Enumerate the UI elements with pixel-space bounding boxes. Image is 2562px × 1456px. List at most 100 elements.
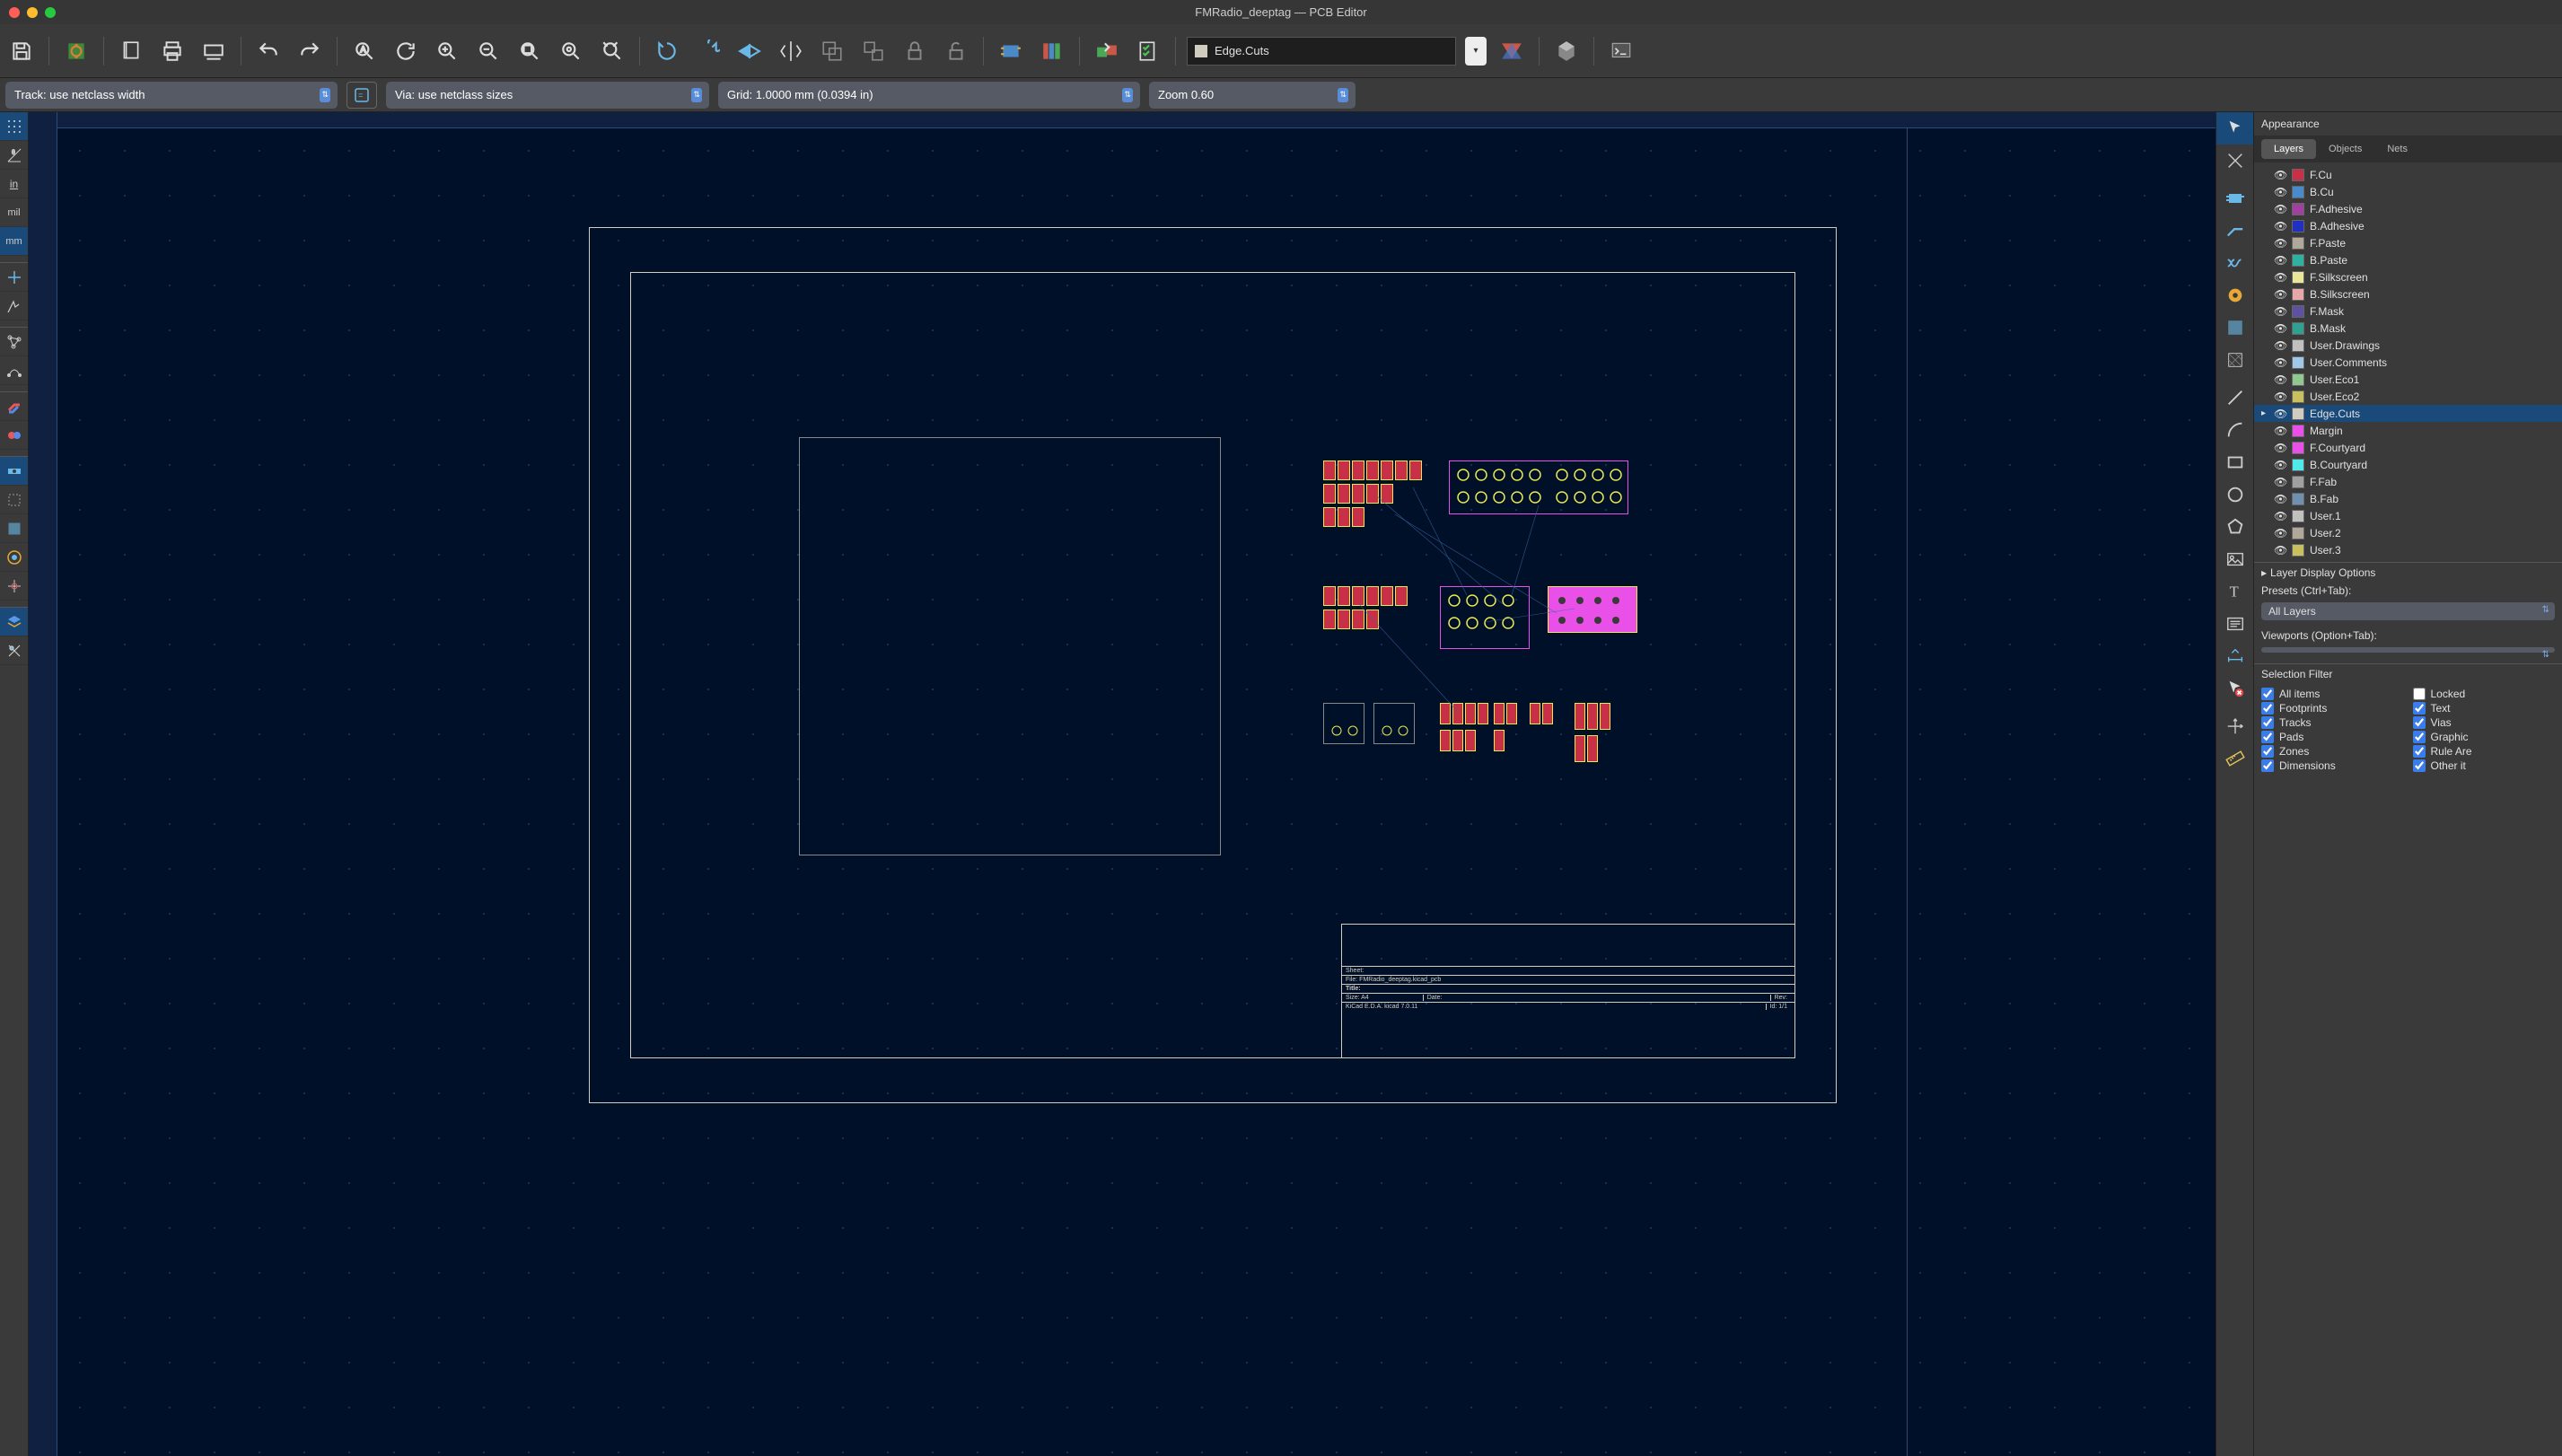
place-image-tool[interactable] xyxy=(2216,543,2253,575)
layer-row-b-adhesive[interactable]: 👁B.Adhesive xyxy=(2254,217,2562,234)
draw-arc-tool[interactable] xyxy=(2216,414,2253,446)
pad-clearance-toggle[interactable] xyxy=(0,543,28,572)
visibility-toggle-icon[interactable]: 👁 xyxy=(2274,459,2286,471)
rotate-ccw-button[interactable] xyxy=(651,35,683,67)
board-setup-button[interactable] xyxy=(60,35,92,67)
filter-graphic[interactable]: Graphic xyxy=(2413,731,2556,743)
zoom-in-button[interactable] xyxy=(431,35,463,67)
visibility-toggle-icon[interactable]: 👁 xyxy=(2274,322,2286,335)
render-mode-button[interactable] xyxy=(1496,35,1528,67)
visibility-toggle-icon[interactable]: 👁 xyxy=(2274,476,2286,488)
zoom-fit-button[interactable] xyxy=(513,35,546,67)
visibility-toggle-icon[interactable]: 👁 xyxy=(2274,305,2286,318)
track-auto-toggle[interactable]: = xyxy=(347,82,377,109)
cursor-shape-toggle[interactable] xyxy=(0,263,28,292)
set-origin-tool[interactable] xyxy=(2216,710,2253,742)
layer-color-swatch[interactable] xyxy=(2292,442,2304,454)
visibility-toggle-icon[interactable]: 👁 xyxy=(2274,527,2286,539)
layer-row-edge-cuts[interactable]: ▸👁Edge.Cuts xyxy=(2254,405,2562,422)
ratsnest-toggle[interactable] xyxy=(0,328,28,356)
layer-row-user-drawings[interactable]: 👁User.Drawings xyxy=(2254,337,2562,354)
filter-rule-are[interactable]: Rule Are xyxy=(2413,745,2556,758)
place-dimension-tool[interactable] xyxy=(2216,640,2253,672)
highlight-net-tool[interactable] xyxy=(2216,145,2253,177)
layer-color-swatch[interactable] xyxy=(2292,220,2304,232)
layers-manager-toggle[interactable] xyxy=(0,608,28,636)
always-show-cursor-toggle[interactable] xyxy=(0,292,28,320)
units-mils[interactable]: mil xyxy=(0,198,28,227)
visibility-toggle-icon[interactable]: 👁 xyxy=(2274,254,2286,267)
layer-color-swatch[interactable] xyxy=(2292,425,2304,437)
zoom-dropdown[interactable]: Zoom 0.60⇅ xyxy=(1149,82,1356,109)
visibility-toggle-icon[interactable]: 👁 xyxy=(2274,271,2286,284)
minimize-window-button[interactable] xyxy=(27,7,38,18)
save-button[interactable] xyxy=(5,35,38,67)
filter-text[interactable]: Text xyxy=(2413,702,2556,715)
layer-color-swatch[interactable] xyxy=(2292,271,2304,284)
measure-tool[interactable] xyxy=(2216,742,2253,775)
layer-row-f-paste[interactable]: 👁F.Paste xyxy=(2254,234,2562,251)
visibility-toggle-icon[interactable]: 👁 xyxy=(2274,544,2286,557)
layer-color-swatch[interactable] xyxy=(2292,237,2304,250)
layer-row-user-3[interactable]: 👁User.3 xyxy=(2254,541,2562,558)
tab-nets[interactable]: Nets xyxy=(2374,139,2420,159)
route-diff-pair-tool[interactable] xyxy=(2216,247,2253,279)
filter-other-it[interactable]: Other it xyxy=(2413,759,2556,772)
close-window-button[interactable] xyxy=(9,7,20,18)
filter-footprints[interactable]: Footprints xyxy=(2261,702,2404,715)
visibility-toggle-icon[interactable]: 👁 xyxy=(2274,169,2286,181)
ungroup-button[interactable] xyxy=(857,35,890,67)
unlock-button[interactable] xyxy=(940,35,972,67)
layer-color-swatch[interactable] xyxy=(2292,408,2304,420)
layer-color-swatch[interactable] xyxy=(2292,339,2304,352)
pad-display-toggle[interactable] xyxy=(0,457,28,486)
layer-row-b-paste[interactable]: 👁B.Paste xyxy=(2254,251,2562,268)
lock-button[interactable] xyxy=(899,35,931,67)
visibility-toggle-icon[interactable]: 👁 xyxy=(2274,203,2286,215)
layer-row-user-eco1[interactable]: 👁User.Eco1 xyxy=(2254,371,2562,388)
units-inches[interactable]: in xyxy=(0,170,28,198)
redo-button[interactable] xyxy=(294,35,326,67)
draw-line-tool[interactable] xyxy=(2216,382,2253,414)
zone-display-toggle[interactable] xyxy=(0,486,28,514)
zoom-tool-button[interactable] xyxy=(555,35,587,67)
layer-row-f-mask[interactable]: 👁F.Mask xyxy=(2254,303,2562,320)
layer-color-swatch[interactable] xyxy=(2292,459,2304,471)
visibility-toggle-icon[interactable]: 👁 xyxy=(2274,288,2286,301)
route-track-tool[interactable] xyxy=(2216,215,2253,247)
layer-row-f-courtyard[interactable]: 👁F.Courtyard xyxy=(2254,439,2562,456)
visibility-toggle-icon[interactable]: 👁 xyxy=(2274,186,2286,198)
track-width-dropdown[interactable]: Track: use netclass width⇅ xyxy=(5,82,338,109)
place-rule-area-tool[interactable] xyxy=(2216,344,2253,376)
layer-dropdown-button[interactable]: ▾ xyxy=(1465,37,1487,66)
active-layer-selector[interactable]: Edge.Cuts xyxy=(1187,37,1456,66)
footprint-library-button[interactable] xyxy=(1036,35,1068,67)
zoom-out-button[interactable] xyxy=(472,35,505,67)
visibility-toggle-icon[interactable]: 👁 xyxy=(2274,425,2286,437)
draw-rectangle-tool[interactable] xyxy=(2216,446,2253,478)
presets-dropdown[interactable]: All Layers xyxy=(2261,602,2555,620)
place-via-tool[interactable] xyxy=(2216,279,2253,311)
visibility-toggle-icon[interactable]: 👁 xyxy=(2274,356,2286,369)
page-settings-button[interactable] xyxy=(115,35,147,67)
visibility-toggle-icon[interactable]: 👁 xyxy=(2274,237,2286,250)
layer-color-swatch[interactable] xyxy=(2292,186,2304,198)
layer-row-user-1[interactable]: 👁User.1 xyxy=(2254,507,2562,524)
layer-color-swatch[interactable] xyxy=(2292,169,2304,181)
ratsnest-curved-toggle[interactable] xyxy=(0,356,28,385)
layer-color-swatch[interactable] xyxy=(2292,390,2304,403)
visibility-toggle-icon[interactable]: 👁 xyxy=(2274,373,2286,386)
layer-color-swatch[interactable] xyxy=(2292,476,2304,488)
visibility-toggle-icon[interactable]: 👁 xyxy=(2274,510,2286,522)
polar-coord-toggle[interactable]: θ xyxy=(0,141,28,170)
layer-color-swatch[interactable] xyxy=(2292,373,2304,386)
drc-button[interactable] xyxy=(1132,35,1164,67)
footprint-editor-button[interactable] xyxy=(995,35,1027,67)
group-button[interactable] xyxy=(816,35,848,67)
layer-color-swatch[interactable] xyxy=(2292,527,2304,539)
place-zone-tool[interactable] xyxy=(2216,311,2253,344)
tab-objects[interactable]: Objects xyxy=(2316,139,2374,159)
layer-row-f-silkscreen[interactable]: 👁F.Silkscreen xyxy=(2254,268,2562,285)
filter-pads[interactable]: Pads xyxy=(2261,731,2404,743)
viewports-dropdown[interactable] xyxy=(2261,647,2555,653)
